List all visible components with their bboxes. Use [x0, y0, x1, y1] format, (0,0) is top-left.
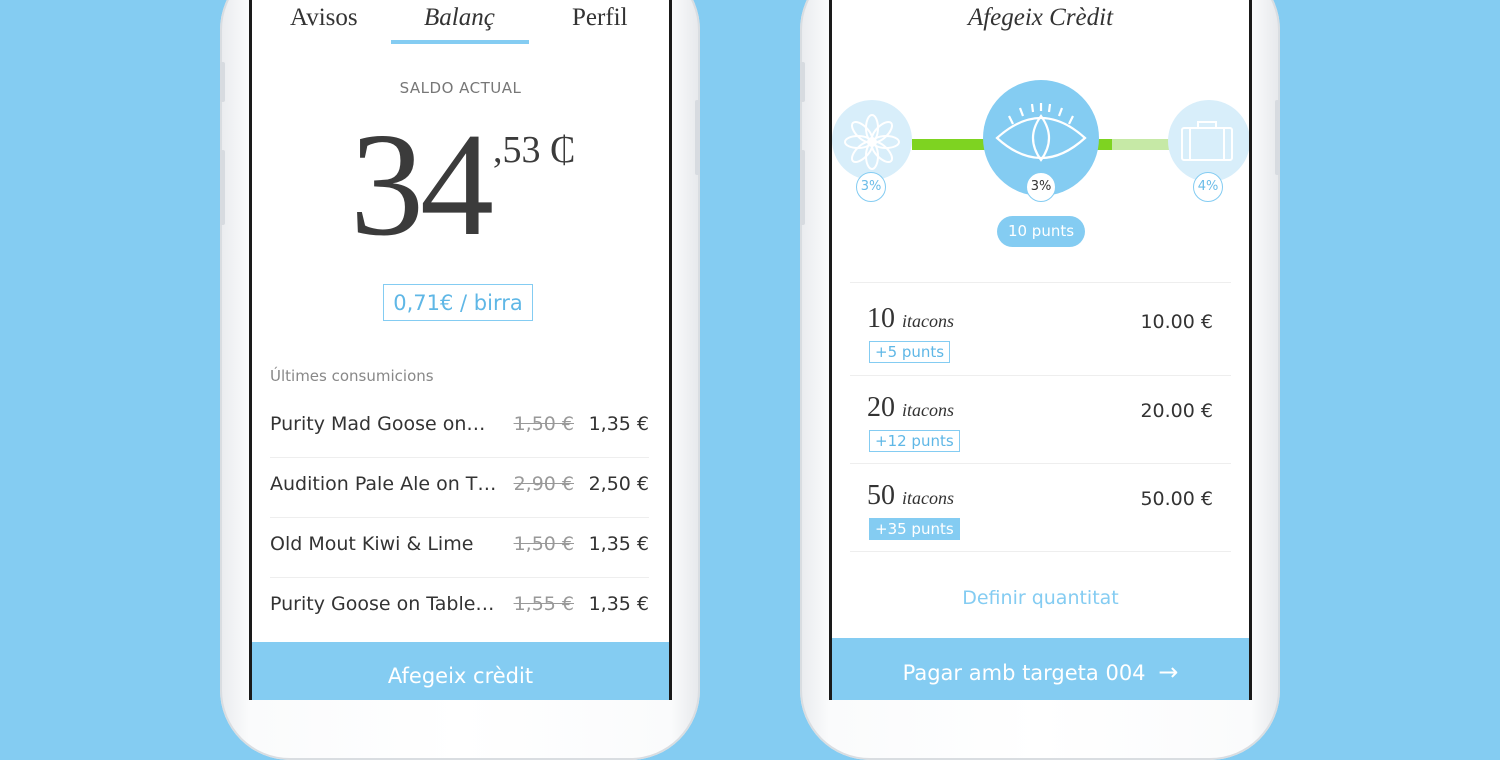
- consumption-row[interactable]: Audition Pale Ale on T… 2,90 € 2,50 €: [270, 457, 649, 518]
- level-3[interactable]: [1168, 100, 1249, 182]
- phone-side-button: [220, 62, 225, 102]
- consumptions-title: Últimes consumicions: [270, 367, 434, 385]
- level-1-percent: 3%: [856, 172, 886, 202]
- price-per-beer-badge: 0,71€ / birra: [383, 284, 533, 321]
- option-quantity: 10 itacons: [867, 303, 954, 334]
- level-1[interactable]: [832, 100, 912, 180]
- tab-balanc[interactable]: Balanç: [424, 4, 495, 32]
- credit-option-50[interactable]: 50 itacons 50.00 € +35 punts: [850, 460, 1231, 548]
- consumption-price: 1,35 €: [588, 413, 649, 435]
- balance-integer: 34: [350, 103, 494, 267]
- option-quantity: 50 itacons: [867, 480, 954, 511]
- consumption-row[interactable]: Old Mout Kiwi & Lime 1,50 € 1,35 €: [270, 517, 649, 578]
- level-progress-bar: [912, 139, 988, 150]
- phone-side-button: [1275, 100, 1280, 175]
- option-points-badge: +5 punts: [869, 341, 951, 363]
- pay-with-card-button[interactable]: Pagar amb targeta 004 →: [832, 638, 1249, 700]
- flower-icon: [844, 114, 900, 170]
- level-progress-remaining: [1112, 139, 1170, 150]
- option-points-badge: +35 punts: [869, 518, 960, 540]
- consumption-price: 1,35 €: [588, 593, 649, 615]
- phone-side-button: [800, 150, 805, 225]
- phone-side-button: [220, 150, 225, 225]
- page-title: Afegeix Crèdit: [967, 4, 1114, 31]
- pay-button-label: Pagar amb targeta 004: [902, 661, 1146, 685]
- level-2-percent: 3%: [1026, 172, 1056, 202]
- consumption-price: 1,35 €: [588, 533, 649, 555]
- balance-label: SALDO ACTUAL: [399, 79, 522, 97]
- tab-perfil[interactable]: Perfil: [572, 4, 628, 32]
- consumption-name: Purity Mad Goose on…: [270, 413, 486, 435]
- consumption-row[interactable]: Purity Mad Goose on… 1,50 € 1,35 €: [270, 397, 649, 458]
- points-badge: 10 punts: [997, 216, 1085, 247]
- option-price: 20.00 €: [1140, 400, 1213, 422]
- suitcase-icon: [1181, 121, 1233, 161]
- balance-decimal: ,53 ₵: [493, 129, 576, 171]
- add-credit-screen: Afegeix Crèdit 3% 3% 4% 10 punts 10 itac…: [829, 0, 1252, 700]
- balance-screen: Avisos Balanç Perfil SALDO ACTUAL 34 ,53…: [249, 0, 672, 700]
- level-3-percent: 4%: [1193, 172, 1223, 202]
- consumption-old-price: 1,50 €: [513, 413, 574, 435]
- consumption-old-price: 1,50 €: [513, 533, 574, 555]
- active-tab-indicator: [391, 40, 529, 44]
- option-quantity: 20 itacons: [867, 392, 954, 423]
- consumption-name: Purity Goose on Table…: [270, 593, 495, 615]
- option-price: 50.00 €: [1140, 488, 1213, 510]
- tab-bar: Avisos Balanç Perfil: [252, 0, 669, 46]
- option-price: 10.00 €: [1140, 311, 1213, 333]
- consumption-name: Audition Pale Ale on T…: [270, 473, 497, 495]
- arrow-right-icon: →: [1158, 658, 1179, 686]
- credit-option-10[interactable]: 10 itacons 10.00 € +5 punts: [850, 283, 1231, 371]
- consumption-old-price: 2,90 €: [513, 473, 574, 495]
- consumption-row[interactable]: Purity Goose on Table… 1,55 € 1,35 €: [270, 577, 649, 637]
- phone-side-button: [695, 100, 700, 175]
- option-points-badge: +12 punts: [869, 430, 960, 452]
- credit-option-20[interactable]: 20 itacons 20.00 € +12 punts: [850, 372, 1231, 460]
- add-credit-button[interactable]: Afegeix crèdit: [252, 642, 669, 700]
- tab-avisos[interactable]: Avisos: [290, 4, 358, 32]
- consumption-old-price: 1,55 €: [513, 593, 574, 615]
- phone-side-button: [800, 62, 805, 102]
- custom-amount-link[interactable]: Definir quantitat: [832, 587, 1249, 609]
- consumption-price: 2,50 €: [588, 473, 649, 495]
- consumption-name: Old Mout Kiwi & Lime: [270, 533, 474, 555]
- divider: [850, 551, 1231, 552]
